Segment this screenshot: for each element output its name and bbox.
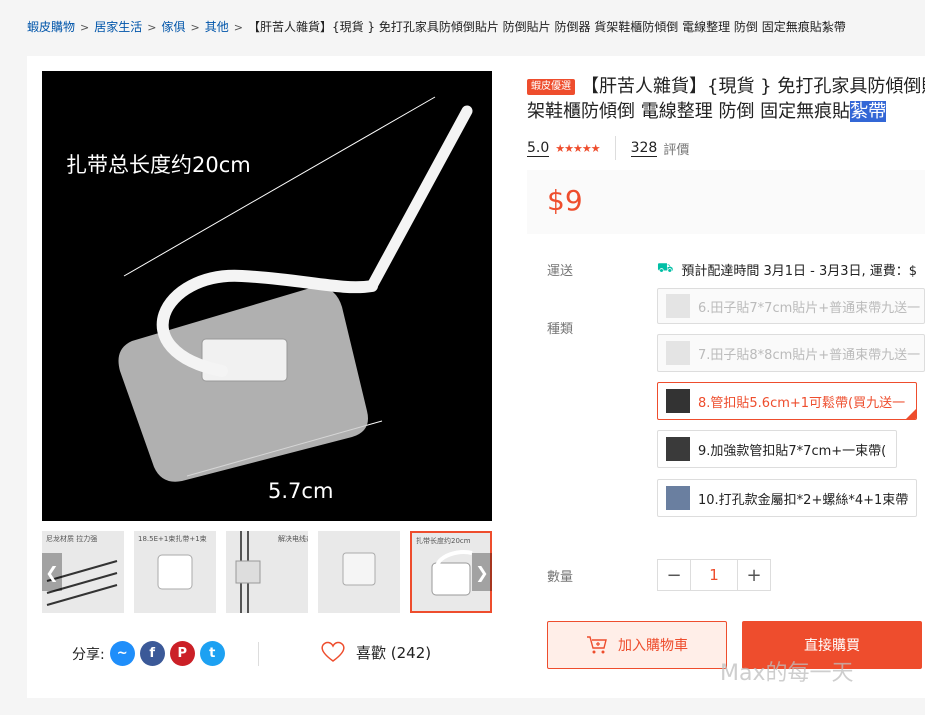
variant-thumb (666, 389, 690, 413)
breadcrumb-link-furniture[interactable]: 傢俱 (161, 20, 185, 34)
adhesive-pad (118, 287, 368, 482)
thumbnail-3[interactable]: 解决电线杂乱 (226, 531, 308, 613)
decrease-quantity-button[interactable]: − (658, 560, 690, 590)
buy-now-label: 直接購買 (804, 638, 860, 654)
breadcrumb-current: 【肝苦人雜貨】{現貨 } 免打孔家具防傾倒貼片 防倒貼片 防倒器 貨架鞋櫃防傾倒… (247, 20, 846, 34)
quantity-stepper: − 1 + (657, 559, 771, 591)
twitter-icon[interactable]: t (199, 641, 225, 666)
variant-option-8[interactable]: 8.管扣貼5.6cm+1可鬆帶(買九送一 (657, 382, 917, 420)
divider (258, 642, 259, 666)
review-count[interactable]: 328 (630, 140, 658, 157)
add-to-cart-button[interactable]: 加入購物車 (547, 621, 727, 669)
thumbnail-label: 尼龙材质 拉力强 (46, 535, 98, 543)
variant-option-10[interactable]: 10.打孔款金屬扣*2+螺絲*4+1束帶 (657, 479, 917, 517)
shipping-info: ⛟ 預計配達時間 3月1日 - 3月3日, 運費：$ (657, 260, 917, 279)
price-box: $9 (527, 170, 925, 234)
variant-label: 種類 (547, 322, 574, 337)
dimension-image (342, 552, 376, 586)
chevron-right-icon: > (147, 21, 157, 34)
breadcrumb-link-home-living[interactable]: 居家生活 (94, 20, 142, 34)
like-count: 喜歡 (242) (356, 643, 432, 662)
breadcrumb: 蝦皮購物 > 居家生活 > 傢俱 > 其他 > 【肝苦人雜貨】{現貨 } 免打孔家具防傾倒貼片 … (27, 18, 846, 35)
watermark: Max的每一天 (720, 661, 854, 686)
breadcrumb-link-home[interactable]: 蝦皮購物 (27, 20, 75, 34)
rating-score[interactable]: 5.0 (527, 140, 550, 157)
chevron-right-icon: > (80, 21, 90, 34)
variant-option-label: 7.田子貼8*8cm貼片+普通束帶九送一 (698, 347, 921, 363)
variant-thumb (666, 341, 690, 365)
share-bar: 分享: ~ f P t (72, 641, 225, 666)
facebook-icon[interactable]: f (139, 641, 165, 666)
chevron-left-icon: ❮ (45, 562, 59, 582)
title-line-2: 架鞋櫃防傾倒 電線整理 防倒 固定無痕貼 (527, 101, 851, 122)
image-caption-width: 5.7cm (268, 479, 334, 503)
variant-thumb (666, 437, 690, 461)
preferred-badge: 蝦皮優選 (527, 79, 575, 95)
variant-option-6[interactable]: 6.田子貼7*7cm貼片+普通束帶九送一 (657, 288, 925, 324)
image-caption-length: 扎带总长度约20cm (66, 153, 251, 177)
cart-icon (587, 636, 607, 654)
variant-thumb (666, 486, 690, 510)
title-highlight: 紮帶 (850, 101, 887, 122)
chevron-right-icon: ❯ (475, 562, 489, 582)
thumbnail-label: 扎带长度约20cm (416, 537, 471, 545)
title-line-1: 【肝苦人雜貨】{現貨 } 免打孔家具防傾倒貼片 防倒貼片 防倒器 貨 (581, 76, 925, 97)
variant-option-7[interactable]: 7.田子貼8*8cm貼片+普通束帶九送一 (657, 334, 925, 372)
like-button[interactable]: 喜歡 (242) (320, 641, 431, 663)
thumbnail-4[interactable] (318, 531, 400, 613)
divider (614, 136, 616, 160)
truck-icon: ⛟ (657, 261, 674, 276)
rating-bar: 5.0 ★★★★★ 328 評價 (527, 136, 689, 160)
selected-check-icon (905, 408, 916, 419)
share-label: 分享: (72, 646, 105, 663)
thumbnail-2[interactable]: 18.5E+1束扎带+1束 (134, 531, 216, 613)
variant-option-label: 6.田子貼7*7cm貼片+普通束帶九送一 (698, 300, 921, 316)
thumbnail-label: 18.5E+1束扎带+1束 (138, 535, 207, 543)
product-main-image[interactable]: 扎带总长度约20cm 5.7cm (42, 71, 492, 521)
review-label: 評價 (663, 142, 690, 158)
gallery-next-button[interactable]: ❯ (472, 553, 492, 591)
chevron-right-icon: > (190, 21, 200, 34)
variant-thumb (666, 294, 690, 318)
variant-option-label: 10.打孔款金屬扣*2+螺絲*4+1束帶 (698, 492, 909, 508)
quantity-input[interactable]: 1 (690, 560, 738, 590)
thumbnail-label: 解决电线杂乱 (278, 535, 308, 543)
cable-tie-tail (366, 105, 473, 292)
variant-option-9[interactable]: 9.加強款管扣貼7*7cm+一束帶( (657, 430, 897, 468)
gallery-prev-button[interactable]: ❮ (42, 553, 62, 591)
shipping-text: 預計配達時間 3月1日 - 3月3日, 運費：$ (681, 264, 918, 279)
star-rating-icon: ★★★★★ (555, 141, 600, 155)
shipping-label: 運送 (547, 264, 574, 279)
variant-option-label: 8.管扣貼5.6cm+1可鬆帶(買九送一 (698, 395, 906, 411)
product-price: $9 (547, 184, 583, 217)
heart-icon (321, 641, 345, 662)
increase-quantity-button[interactable]: + (738, 560, 770, 590)
quantity-label: 數量 (547, 570, 574, 585)
product-illustration (118, 96, 473, 482)
variant-option-label: 9.加強款管扣貼7*7cm+一束帶( (698, 443, 887, 459)
breadcrumb-link-other[interactable]: 其他 (205, 20, 229, 34)
chevron-right-icon: > (233, 21, 243, 34)
pinterest-icon[interactable]: P (169, 641, 195, 666)
add-to-cart-label: 加入購物車 (618, 638, 688, 654)
messenger-icon[interactable]: ~ (109, 641, 135, 666)
thumbnail-strip: 尼龙材质 拉力强 18.5E+1束扎带+1束 解决电线杂乱 扎带长度约20cm … (42, 531, 492, 613)
product-title: 蝦皮優選【肝苦人雜貨】{現貨 } 免打孔家具防傾倒貼片 防倒貼片 防倒器 貨 架… (527, 74, 925, 124)
